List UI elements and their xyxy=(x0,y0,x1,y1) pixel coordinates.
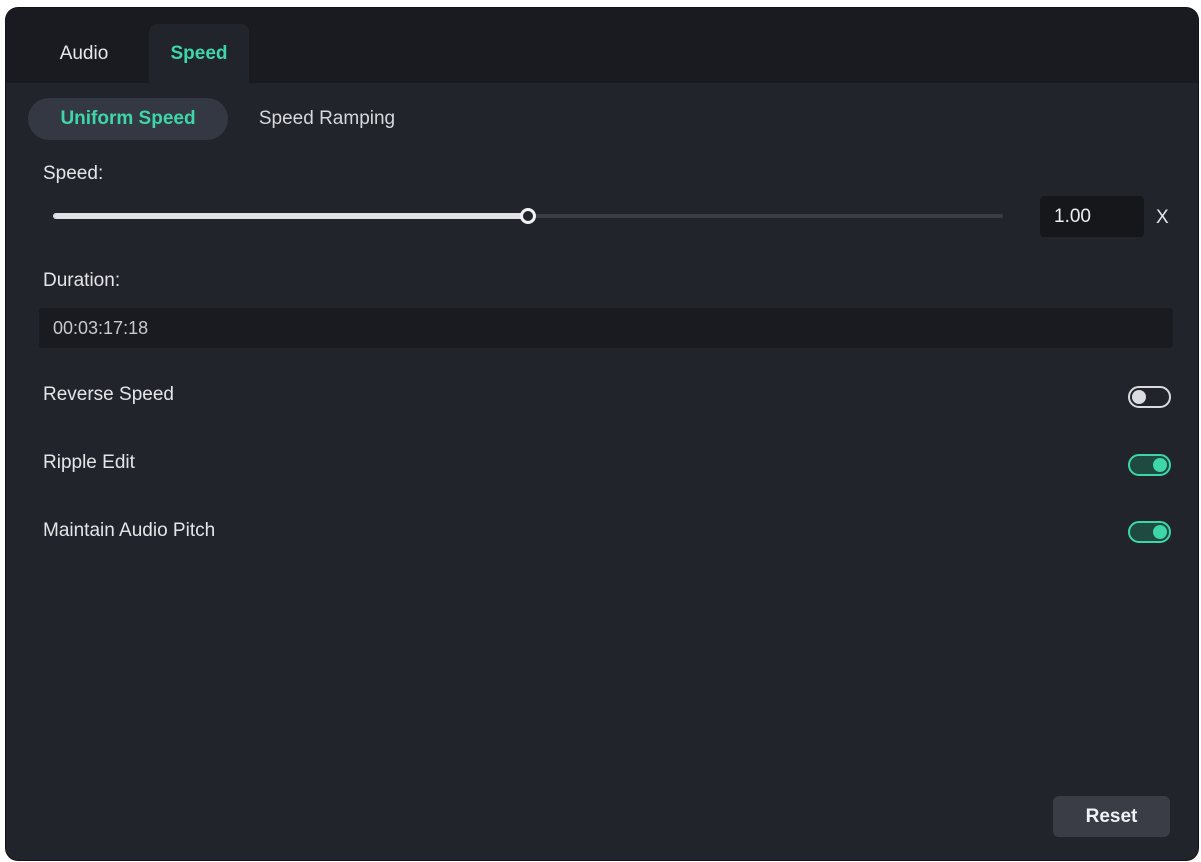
maintain-audio-pitch-label: Maintain Audio Pitch xyxy=(43,520,216,541)
reverse-speed-label: Reverse Speed xyxy=(43,384,174,405)
reset-button[interactable]: Reset xyxy=(1053,796,1170,837)
reverse-speed-toggle[interactable] xyxy=(1128,386,1171,408)
speed-label: Speed: xyxy=(43,163,104,184)
speed-panel: Audio Speed Uniform Speed Speed Ramping … xyxy=(6,8,1198,860)
toggle-knob xyxy=(1153,525,1167,539)
tab-bar: Audio Speed xyxy=(6,8,1198,83)
toggle-knob xyxy=(1132,390,1146,404)
speed-value-input[interactable]: 1.00 xyxy=(1040,196,1144,237)
subtab-uniform-speed[interactable]: Uniform Speed xyxy=(28,98,228,140)
slider-fill xyxy=(53,213,528,219)
maintain-audio-pitch-toggle[interactable] xyxy=(1128,521,1171,543)
speed-unit-label: X xyxy=(1156,207,1169,228)
ripple-edit-toggle[interactable] xyxy=(1128,454,1171,476)
tab-audio[interactable]: Audio xyxy=(34,24,134,83)
speed-slider[interactable] xyxy=(53,206,1003,226)
duration-field[interactable]: 00:03:17:18 xyxy=(39,308,1173,348)
ripple-edit-label: Ripple Edit xyxy=(43,452,135,473)
tab-speed[interactable]: Speed xyxy=(149,24,249,83)
subtab-speed-ramping[interactable]: Speed Ramping xyxy=(242,98,412,140)
toggle-knob xyxy=(1153,458,1167,472)
slider-handle[interactable] xyxy=(520,208,536,224)
duration-label: Duration: xyxy=(43,270,121,291)
